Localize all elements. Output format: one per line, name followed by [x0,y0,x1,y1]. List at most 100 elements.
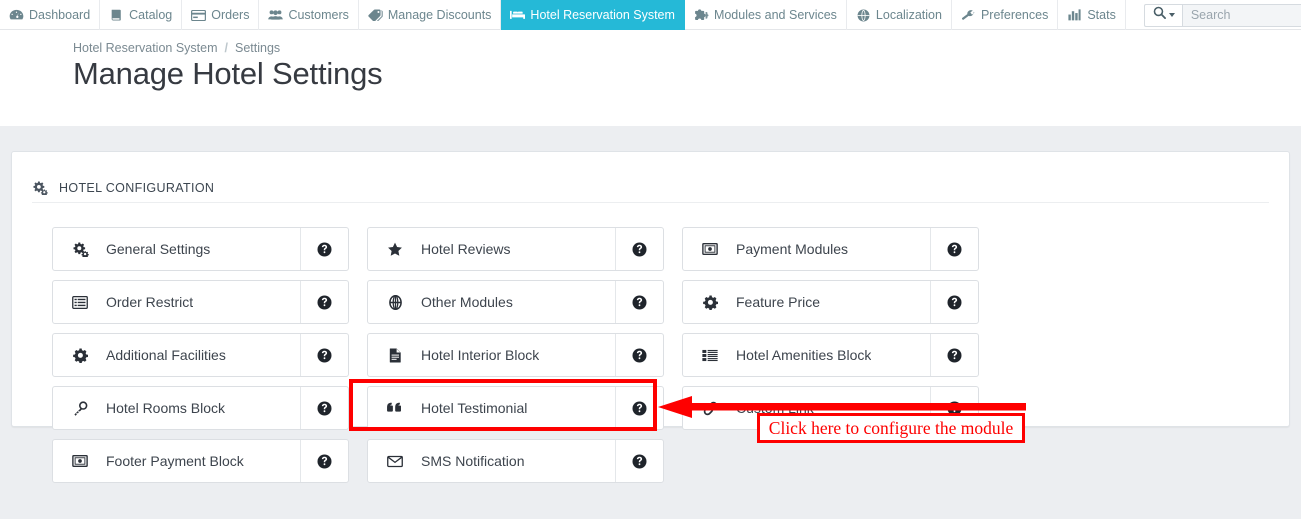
breadcrumb-separator: / [224,41,228,55]
tile-label: Footer Payment Block [106,453,244,469]
tile-label: Feature Price [736,294,821,310]
hotel-configuration-panel: HOTEL CONFIGURATION General Settings Hot… [11,151,1290,483]
question-circle-icon[interactable] [930,228,978,270]
tile-hotel-interior-block[interactable]: Hotel Interior Block [367,333,664,377]
key-icon [71,400,89,416]
bed-icon [510,9,526,22]
tile-hotel-reviews[interactable]: Hotel Reviews [367,227,664,271]
nav-item-catalog[interactable]: Catalog [100,0,183,30]
chevron-down-icon [1168,13,1175,17]
wrench-icon [961,9,976,22]
breadcrumb-current[interactable]: Settings [235,41,280,55]
nav-item-modules-and-services[interactable]: Modules and Services [685,0,847,30]
tile-label: Hotel Reviews [421,241,511,257]
nav-item-preferences[interactable]: Preferences [952,0,1059,30]
file-text-icon [386,348,404,363]
money-icon [71,455,89,467]
tile-main[interactable]: Hotel Testimonial [368,387,615,429]
question-circle-icon[interactable] [615,334,663,376]
nav-item-dashboard[interactable]: Dashboard [0,0,101,30]
tile-label: General Settings [106,241,211,257]
tile-label: Hotel Amenities Block [736,347,872,363]
tile-label: Hotel Testimonial [421,400,528,416]
tile-main[interactable]: Hotel Amenities Block [683,334,930,376]
question-circle-icon[interactable] [300,387,348,429]
tile-general-settings[interactable]: General Settings [52,227,349,271]
configuration-tile-grid: General Settings Hotel Reviews Payment M… [52,227,1261,483]
search-input[interactable] [1181,3,1301,27]
search-scope-dropdown[interactable] [1143,3,1182,27]
breadcrumb-parent[interactable]: Hotel Reservation System [73,41,218,55]
tag-icon [368,9,383,22]
gears-icon [32,180,48,195]
question-circle-icon[interactable] [615,281,663,323]
question-circle-icon[interactable] [300,334,348,376]
tile-label: Order Restrict [106,294,194,310]
question-circle-icon[interactable] [300,228,348,270]
nav-item-localization[interactable]: Localization [847,0,952,30]
list-alt-icon [71,295,89,309]
tile-feature-price[interactable]: Feature Price [682,280,979,324]
tile-label: Other Modules [421,294,513,310]
search-icon [1153,6,1166,24]
gear-icon [71,347,89,363]
question-circle-icon[interactable] [930,281,978,323]
question-circle-icon[interactable] [300,281,348,323]
globe-icon [386,294,404,310]
money-icon [701,243,719,255]
question-circle-icon[interactable] [615,440,663,482]
tile-main[interactable]: Hotel Reviews [368,228,615,270]
search-group [1143,0,1301,30]
tile-hotel-rooms-block[interactable]: Hotel Rooms Block [52,386,349,430]
credit-card-icon [191,9,207,22]
nav-item-hotel-reservation-system[interactable]: Hotel Reservation System [501,0,685,30]
tile-main[interactable]: Hotel Interior Block [368,334,615,376]
tile-main[interactable]: SMS Notification [368,440,615,482]
tile-payment-modules[interactable]: Payment Modules [682,227,979,271]
nav-label: Stats [1087,8,1116,22]
breadcrumb: Hotel Reservation System / Settings [73,41,280,55]
puzzle-icon [694,8,709,22]
tile-main[interactable]: Feature Price [683,281,930,323]
question-circle-icon[interactable] [615,387,663,429]
page-header: Hotel Reservation System / Settings Mana… [0,30,1301,126]
tile-hotel-testimonial[interactable]: Hotel Testimonial [367,386,664,430]
tile-main[interactable]: Other Modules [368,281,615,323]
star-icon [386,242,404,257]
tile-main[interactable]: Hotel Rooms Block [53,387,300,429]
question-circle-icon[interactable] [300,440,348,482]
question-circle-icon[interactable] [930,334,978,376]
tile-order-restrict[interactable]: Order Restrict [52,280,349,324]
globe-icon [856,9,871,22]
tile-sms-notification[interactable]: SMS Notification [367,439,664,483]
tile-hotel-amenities-block[interactable]: Hotel Amenities Block [682,333,979,377]
nav-item-customers[interactable]: Customers [259,0,359,30]
tile-additional-facilities[interactable]: Additional Facilities [52,333,349,377]
question-circle-icon[interactable] [615,228,663,270]
tile-main[interactable]: Payment Modules [683,228,930,270]
tile-label: Additional Facilities [106,347,226,363]
nav-item-stats[interactable]: Stats [1058,0,1126,30]
nav-item-manage-discounts[interactable]: Manage Discounts [359,0,502,30]
tile-main[interactable]: Additional Facilities [53,334,300,376]
panel-header: HOTEL CONFIGURATION [32,173,1269,203]
nav-label: Orders [211,8,250,22]
tile-main[interactable]: Order Restrict [53,281,300,323]
tile-main[interactable]: General Settings [53,228,300,270]
annotation-callout: Click here to configure the module [757,413,1025,443]
gear-icon [701,294,719,310]
nav-item-orders[interactable]: Orders [182,0,260,30]
quote-left-icon [386,402,404,414]
nav-label: Localization [875,8,942,22]
nav-label: Preferences [980,8,1049,22]
tile-other-modules[interactable]: Other Modules [367,280,664,324]
nav-label: Catalog [129,8,173,22]
page-title: Manage Hotel Settings [73,56,383,91]
tile-main[interactable]: Footer Payment Block [53,440,300,482]
nav-label: Customers [288,8,349,22]
tile-footer-payment-block[interactable]: Footer Payment Block [52,439,349,483]
nav-label: Hotel Reservation System [530,8,675,22]
top-navigation-bar: Dashboard Catalog Orders Customers Manag [0,0,1301,30]
nav-label: Manage Discounts [387,8,492,22]
